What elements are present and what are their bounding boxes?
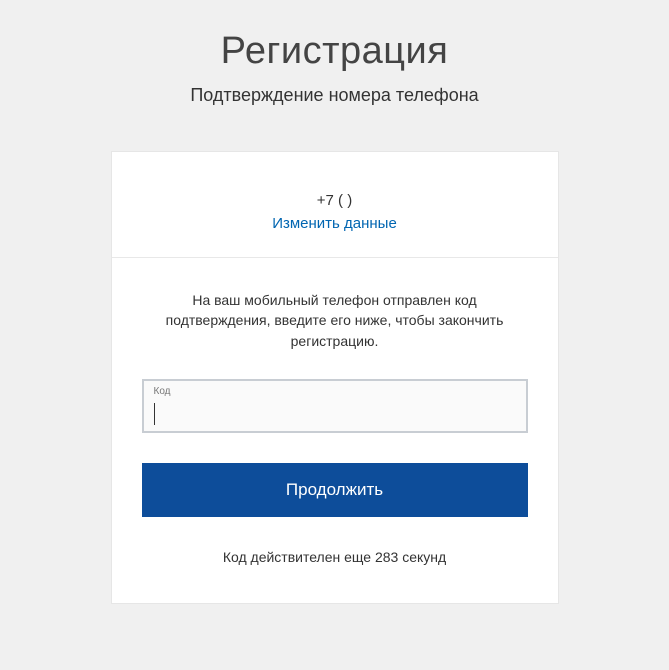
registration-card: +7 ( ) Изменить данные На ваш мобильный … bbox=[111, 151, 559, 604]
page-subtitle: Подтверждение номера телефона bbox=[0, 85, 669, 106]
phone-number: +7 ( ) bbox=[132, 192, 538, 209]
page-title: Регистрация bbox=[0, 30, 669, 73]
code-input-wrap[interactable]: Код bbox=[142, 379, 528, 433]
code-input-label: Код bbox=[154, 386, 171, 397]
countdown-text: Код действителен еще 283 секунд bbox=[112, 549, 558, 565]
instructions-text: На ваш мобильный телефон отправлен код п… bbox=[112, 258, 558, 351]
text-cursor-icon bbox=[154, 403, 155, 425]
phone-block: +7 ( ) Изменить данные bbox=[112, 152, 558, 258]
change-data-link[interactable]: Изменить данные bbox=[132, 215, 538, 232]
code-input[interactable] bbox=[144, 381, 526, 431]
continue-button[interactable]: Продолжить bbox=[142, 463, 528, 517]
